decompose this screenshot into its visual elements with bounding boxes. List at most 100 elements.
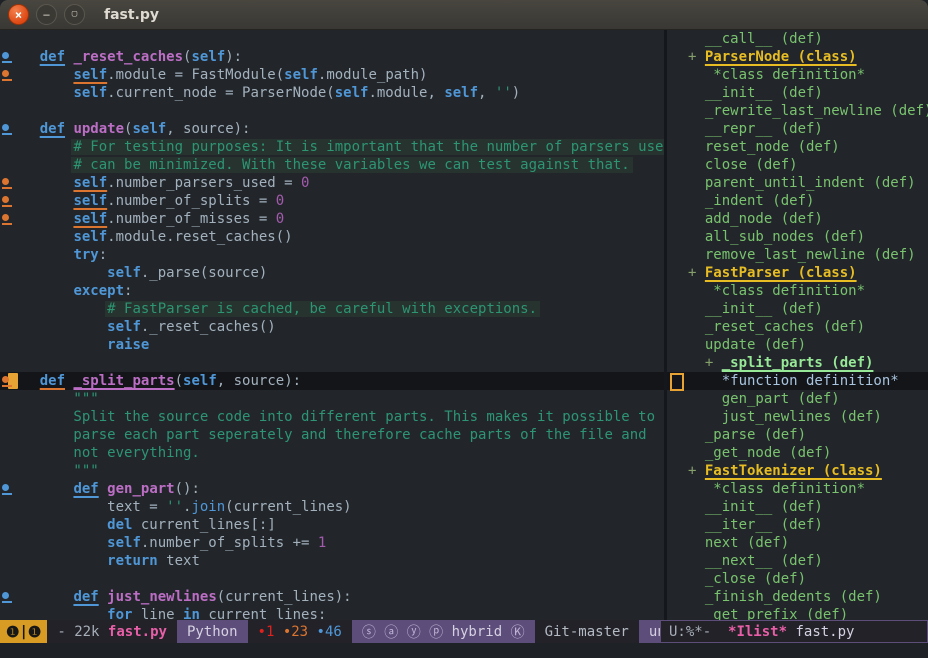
outline-item-31[interactable]: _close (def): [667, 570, 928, 588]
outline-item-30[interactable]: __next__ (def): [667, 552, 928, 570]
modeline-segment-version-control[interactable]: Git-master: [535, 620, 639, 643]
token-circ: ⓢ ⓐ ⓨ ⓟ: [362, 622, 452, 642]
code-line-6[interactable]: def update(self, source):: [0, 120, 664, 138]
token-pf: [688, 301, 705, 317]
code-line-3[interactable]: self.module = FastModule(self.module_pat…: [0, 66, 664, 84]
token-circ: Ⓚ: [502, 622, 524, 642]
outline-item-11[interactable]: add_node (def): [667, 210, 928, 228]
code-line-2[interactable]: def _reset_caches(self):: [0, 48, 664, 66]
code-line-25[interactable]: """: [0, 462, 664, 480]
window-titlebar[interactable]: × − ▢ fast.py: [0, 0, 928, 30]
token-kw: try: [73, 247, 98, 263]
outline-item-21[interactable]: gen_part (def): [667, 390, 928, 408]
outline-item-32[interactable]: _finish_dedents (def): [667, 588, 928, 606]
outline-item-9[interactable]: parent_until_indent (def): [667, 174, 928, 192]
token-st: parse each part seperately and therefore…: [6, 427, 647, 443]
code-line-24[interactable]: not everything.: [0, 444, 664, 462]
token-kw: self: [284, 67, 318, 83]
token-class: ParserNode (class): [705, 49, 857, 65]
code-line-32[interactable]: def just_newlines(current_lines):: [0, 588, 664, 606]
code-line-5[interactable]: [0, 102, 664, 120]
modeline-segment-encoding[interactable]: unix | 2: [639, 620, 660, 643]
modeline-segment-flycheck[interactable]: •1 •23 •46: [248, 620, 352, 643]
code-line-17[interactable]: self._reset_caches(): [0, 318, 664, 336]
token-tx: .number_of_misses =: [107, 211, 276, 227]
modeline-segment-major-mode[interactable]: Python: [177, 620, 248, 643]
minimize-button[interactable]: −: [36, 4, 57, 25]
code-line-1[interactable]: [0, 30, 664, 48]
code-line-13[interactable]: try:: [0, 246, 664, 264]
code-line-27[interactable]: text = ''.join(current_lines): [0, 498, 664, 516]
minimize-icon: −: [43, 9, 50, 21]
token-pf: [688, 85, 705, 101]
code-line-21[interactable]: """: [0, 390, 664, 408]
close-button[interactable]: ×: [8, 4, 29, 25]
outline-item-3[interactable]: *class definition*: [667, 66, 928, 84]
outline-item-15[interactable]: *class definition*: [667, 282, 928, 300]
outline-item-2[interactable]: + ParserNode (class): [667, 48, 928, 66]
outline-item-20[interactable]: *function definition*: [667, 372, 928, 390]
code-line-9[interactable]: self.number_parsers_used = 0: [0, 174, 664, 192]
outline-item-25[interactable]: + FastTokenizer (class): [667, 462, 928, 480]
outline-item-29[interactable]: next (def): [667, 534, 928, 552]
token-pf: [688, 481, 713, 497]
token-def: just_newlines (def): [722, 409, 882, 425]
outline-item-27[interactable]: __init__ (def): [667, 498, 928, 516]
outline-item-7[interactable]: reset_node (def): [667, 138, 928, 156]
outline-item-16[interactable]: __init__ (def): [667, 300, 928, 318]
code-line-18[interactable]: raise: [0, 336, 664, 354]
code-line-31[interactable]: [0, 570, 664, 588]
code-line-16[interactable]: # FastParser is cached, be careful with …: [0, 300, 664, 318]
outline-item-5[interactable]: _rewrite_last_newline (def): [667, 102, 928, 120]
code-line-23[interactable]: parse each part seperately and therefore…: [0, 426, 664, 444]
code-line-20[interactable]: def _split_parts(self, source):: [0, 372, 664, 390]
outline-item-17[interactable]: _reset_caches (def): [667, 318, 928, 336]
code-line-8[interactable]: # can be minimized. With these variables…: [0, 156, 664, 174]
modeline-segment-minor-modes[interactable]: ⓢ ⓐ ⓨ ⓟ hybrid Ⓚ: [352, 620, 535, 643]
token-pf: [688, 337, 705, 353]
token-tx: [6, 301, 107, 317]
outline-item-19[interactable]: + _split_parts (def): [667, 354, 928, 372]
outline-item-8[interactable]: close (def): [667, 156, 928, 174]
code-line-12[interactable]: self.module.reset_caches(): [0, 228, 664, 246]
code-line-33[interactable]: for line in current_lines:: [0, 606, 664, 620]
code-line-11[interactable]: self.number_of_misses = 0: [0, 210, 664, 228]
outline-item-28[interactable]: __iter__ (def): [667, 516, 928, 534]
token-tx: .module = FastModule(: [107, 67, 284, 83]
outline-item-33[interactable]: _get_prefix (def): [667, 606, 928, 620]
maximize-button[interactable]: ▢: [64, 4, 85, 25]
token-pf: [688, 283, 713, 299]
code-line-10[interactable]: self.number_of_splits = 0: [0, 192, 664, 210]
outline-item-23[interactable]: _parse (def): [667, 426, 928, 444]
outline-item-6[interactable]: __repr__ (def): [667, 120, 928, 138]
outline-item-26[interactable]: *class definition*: [667, 480, 928, 498]
code-line-29[interactable]: self.number_of_splits += 1: [0, 534, 664, 552]
code-line-14[interactable]: self._parse(source): [0, 264, 664, 282]
token-def: __iter__ (def): [705, 517, 823, 533]
outline-item-22[interactable]: just_newlines (def): [667, 408, 928, 426]
outline-item-18[interactable]: update (def): [667, 336, 928, 354]
token-kwW: self: [73, 67, 107, 83]
code-line-4[interactable]: self.current_node = ParserNode(self.modu…: [0, 84, 664, 102]
code-editor[interactable]: def _reset_caches(self): self.module = F…: [0, 30, 664, 620]
outline-item-4[interactable]: __init__ (def): [667, 84, 928, 102]
code-line-30[interactable]: return text: [0, 552, 664, 570]
outline-item-10[interactable]: _indent (def): [667, 192, 928, 210]
token-tx: :: [99, 247, 107, 263]
modeline-segment-window-number[interactable]: ❶|❶: [0, 620, 47, 643]
outline-item-12[interactable]: all_sub_nodes (def): [667, 228, 928, 246]
outline-item-14[interactable]: + FastParser (class): [667, 264, 928, 282]
fringe-marker-blue: [2, 484, 9, 491]
code-line-26[interactable]: def gen_part():: [0, 480, 664, 498]
code-line-22[interactable]: Split the source code into different par…: [0, 408, 664, 426]
code-line-7[interactable]: # For testing purposes: It is important …: [0, 138, 664, 156]
code-line-19[interactable]: [0, 354, 664, 372]
imenu-outline-panel[interactable]: __call__ (def)+ ParserNode (class) *clas…: [667, 30, 928, 620]
code-line-15[interactable]: except:: [0, 282, 664, 300]
token-kw: self: [191, 49, 225, 65]
outline-item-13[interactable]: remove_last_newline (def): [667, 246, 928, 264]
code-line-28[interactable]: del current_lines[:]: [0, 516, 664, 534]
outline-item-1[interactable]: __call__ (def): [667, 30, 928, 48]
outline-item-24[interactable]: _get_node (def): [667, 444, 928, 462]
modeline-segment-buffer-info[interactable]: - 22k fast.py: [47, 620, 177, 643]
